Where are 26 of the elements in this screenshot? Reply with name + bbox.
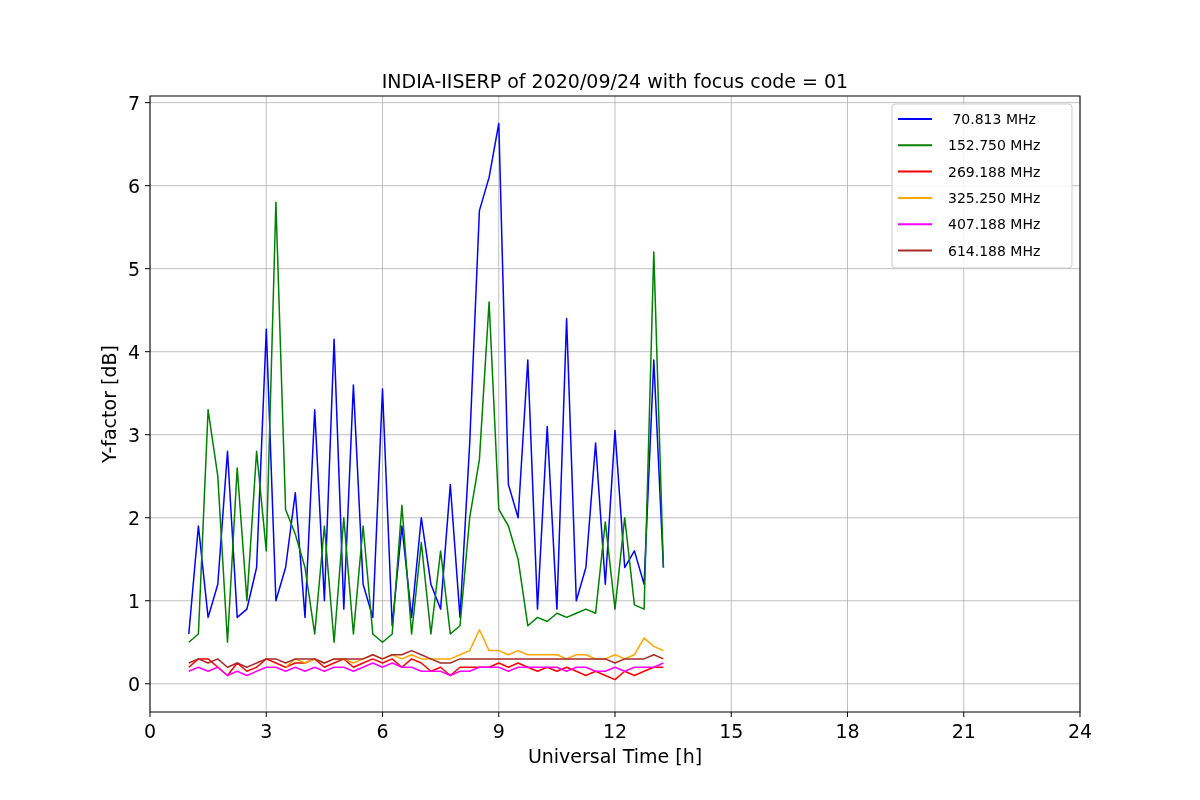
y-tick-label: 0 <box>127 672 140 695</box>
x-tick-label: 18 <box>835 720 860 742</box>
x-tick-label: 12 <box>602 720 628 742</box>
x-tick-label: 21 <box>951 720 976 742</box>
x-tick-label: 15 <box>719 720 744 742</box>
y-tick-label: 2 <box>127 506 140 529</box>
x-tick-label: 6 <box>376 720 389 742</box>
legend-label: 325.250 MHz <box>948 189 1041 206</box>
legend-label: 614.188 MHz <box>948 242 1041 259</box>
y-tick-label: 5 <box>127 257 140 280</box>
legend-label: 269.188 MHz <box>948 163 1041 180</box>
x-axis-label: Universal Time [h] <box>527 745 703 767</box>
legend-label: 70.813 MHz <box>952 111 1036 127</box>
y-tick-label: 1 <box>127 589 140 612</box>
x-tick-label: 0 <box>143 720 157 742</box>
y-tick-label: 4 <box>127 340 140 363</box>
y-tick-label: 6 <box>127 174 140 197</box>
chart-title: INDIA-IISERP of 2020/09/24 with focus code = 01 <box>381 70 849 92</box>
x-tick-label: 3 <box>260 720 273 742</box>
y-tick-label: 3 <box>127 423 140 446</box>
y-tick-label: 7 <box>127 91 140 114</box>
y-axis-label: Y-factor [dB] <box>98 345 120 463</box>
legend-label: 152.750 MHz <box>948 137 1041 154</box>
x-tick-label: 9 <box>492 720 505 742</box>
x-tick-label: 24 <box>1067 720 1093 742</box>
legend-label: 407.188 MHz <box>948 216 1041 233</box>
